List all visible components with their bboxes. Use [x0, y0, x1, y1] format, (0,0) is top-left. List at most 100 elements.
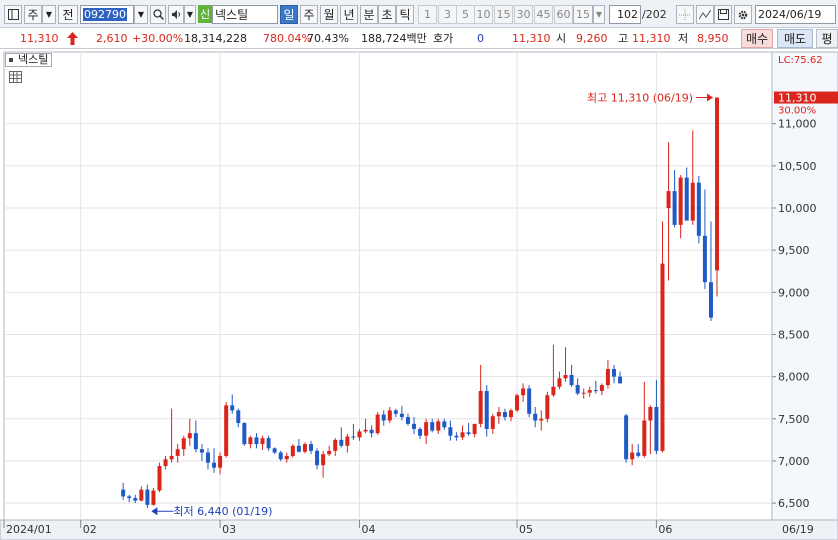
price-change: 2,610: [96, 32, 128, 45]
candle-body: [702, 235, 707, 283]
candle-body: [399, 413, 404, 418]
price-tick-label: 9,000: [778, 286, 810, 299]
eval-button[interactable]: 평: [816, 29, 838, 48]
trend-tool-icon[interactable]: [696, 5, 714, 24]
period-tab-1[interactable]: 주: [300, 5, 318, 24]
lc-label: LC:75.62: [778, 55, 823, 66]
current-price-2: 11,310: [512, 32, 551, 45]
price-marker-label: 11,310: [778, 92, 817, 105]
low-label: 저: [678, 32, 689, 45]
candle-body: [581, 392, 586, 394]
candle-body: [654, 407, 659, 451]
layout-icon[interactable]: [4, 5, 22, 24]
candle-body: [163, 459, 168, 467]
crosshair-icon[interactable]: [676, 5, 694, 24]
date-tick-label: 2024/01: [6, 523, 52, 536]
low-price: 8,950: [697, 32, 729, 45]
interval-button-60[interactable]: 60: [554, 5, 573, 24]
candle-body: [575, 385, 580, 394]
search-icon[interactable]: [150, 5, 166, 24]
price-chart[interactable]: 6,500 7,000 7,500 8,000 8,500 9,000 9,500 10,00…: [0, 50, 838, 540]
date-input[interactable]: 2024/06/19: [755, 5, 836, 24]
candle-body: [624, 415, 629, 460]
candle-body: [412, 423, 417, 429]
gear-icon[interactable]: [734, 5, 752, 24]
period-tab-3[interactable]: 년: [340, 5, 358, 24]
candle-body: [666, 191, 671, 208]
high-label: 고: [618, 32, 629, 45]
candle-body: [381, 414, 386, 421]
candle-body: [230, 405, 235, 411]
interval-button-5[interactable]: 5: [456, 5, 475, 24]
candle-body: [205, 452, 210, 463]
count-input[interactable]: 102: [609, 5, 641, 24]
current-price: 11,310: [20, 32, 59, 45]
open-label: 시: [556, 32, 567, 45]
price-tick-label: 10,500: [778, 160, 817, 173]
date-tick-label: 06: [658, 523, 672, 536]
change-percent: +30.00%: [132, 32, 184, 45]
candle-body: [224, 405, 229, 456]
interval-select[interactable]: 15: [573, 5, 593, 24]
candle-body: [236, 410, 241, 424]
candle-body: [690, 182, 695, 221]
grid-table-icon[interactable]: [9, 71, 22, 83]
main-toolbar: 주 ▼ 전 092790 ▼ ▼ 신 넥스틸 일주월년분초틱 1 3 5 10 15 30…: [0, 0, 838, 28]
candle-body: [254, 437, 259, 445]
prev-button[interactable]: 전: [58, 5, 78, 24]
candle-body: [242, 423, 247, 445]
candle-body: [212, 462, 217, 468]
sell-button[interactable]: 매도: [777, 29, 813, 48]
buy-button[interactable]: 매수: [741, 29, 773, 48]
code-dropdown-chevron-down-icon[interactable]: ▼: [134, 5, 148, 24]
price-tick-label: 11,000: [778, 118, 817, 131]
candle-body: [539, 418, 544, 421]
candle-body: [612, 369, 616, 377]
pct-label: 30.00%: [778, 106, 816, 117]
period-tab-6[interactable]: 틱: [396, 5, 414, 24]
market-type-button[interactable]: 주: [24, 5, 42, 24]
candle-body: [563, 374, 568, 379]
candle-body: [151, 490, 156, 505]
candle-body: [333, 439, 338, 451]
trade-value: 188,724백만: [361, 32, 427, 45]
chart-legend[interactable]: 넥스틸: [5, 53, 53, 67]
interval-button-10[interactable]: 10: [474, 5, 493, 24]
date-right-label: 06/19: [782, 523, 814, 536]
candle-body: [139, 489, 144, 501]
price-tick-label: 7,500: [778, 413, 810, 426]
speaker-chevron-down-icon[interactable]: ▼: [184, 5, 196, 24]
candle-body: [436, 421, 441, 431]
stock-code-text: 092790: [83, 8, 127, 21]
interval-button-3[interactable]: 3: [438, 5, 457, 24]
period-tab-5[interactable]: 초: [378, 5, 396, 24]
low-annotation: 최저 6,440 (01/19): [173, 505, 272, 518]
candle-body: [193, 433, 198, 450]
stock-code-input[interactable]: 092790: [80, 5, 134, 24]
candle-body: [309, 444, 313, 451]
interval-button-45[interactable]: 45: [534, 5, 553, 24]
stock-name-field[interactable]: 넥스틸: [212, 5, 278, 24]
speaker-icon[interactable]: [168, 5, 184, 24]
interval-button-30[interactable]: 30: [514, 5, 533, 24]
interval-chevron-down-icon[interactable]: ▼: [593, 5, 605, 24]
price-tick-label: 6,500: [778, 497, 810, 510]
period-tab-2[interactable]: 월: [320, 5, 338, 24]
candle-body: [521, 388, 526, 396]
interval-button-1[interactable]: 1: [418, 5, 437, 24]
candle-body: [454, 435, 459, 438]
count-total: /202: [642, 8, 667, 21]
period-tab-4[interactable]: 분: [360, 5, 378, 24]
chevron-down-icon[interactable]: ▼: [42, 5, 56, 24]
period-tab-0[interactable]: 일: [280, 5, 298, 24]
candle-body: [460, 432, 465, 438]
interval-button-15[interactable]: 15: [494, 5, 513, 24]
candle-body: [593, 390, 598, 392]
date-tick-label: 05: [519, 523, 533, 536]
candle-body: [145, 489, 150, 505]
arrow-up-icon: [67, 32, 78, 48]
date-tick-label: 04: [361, 523, 375, 536]
save-icon[interactable]: [714, 5, 732, 24]
candle-body: [472, 423, 477, 434]
high-annotation: 최고 11,310 (06/19): [587, 92, 693, 105]
